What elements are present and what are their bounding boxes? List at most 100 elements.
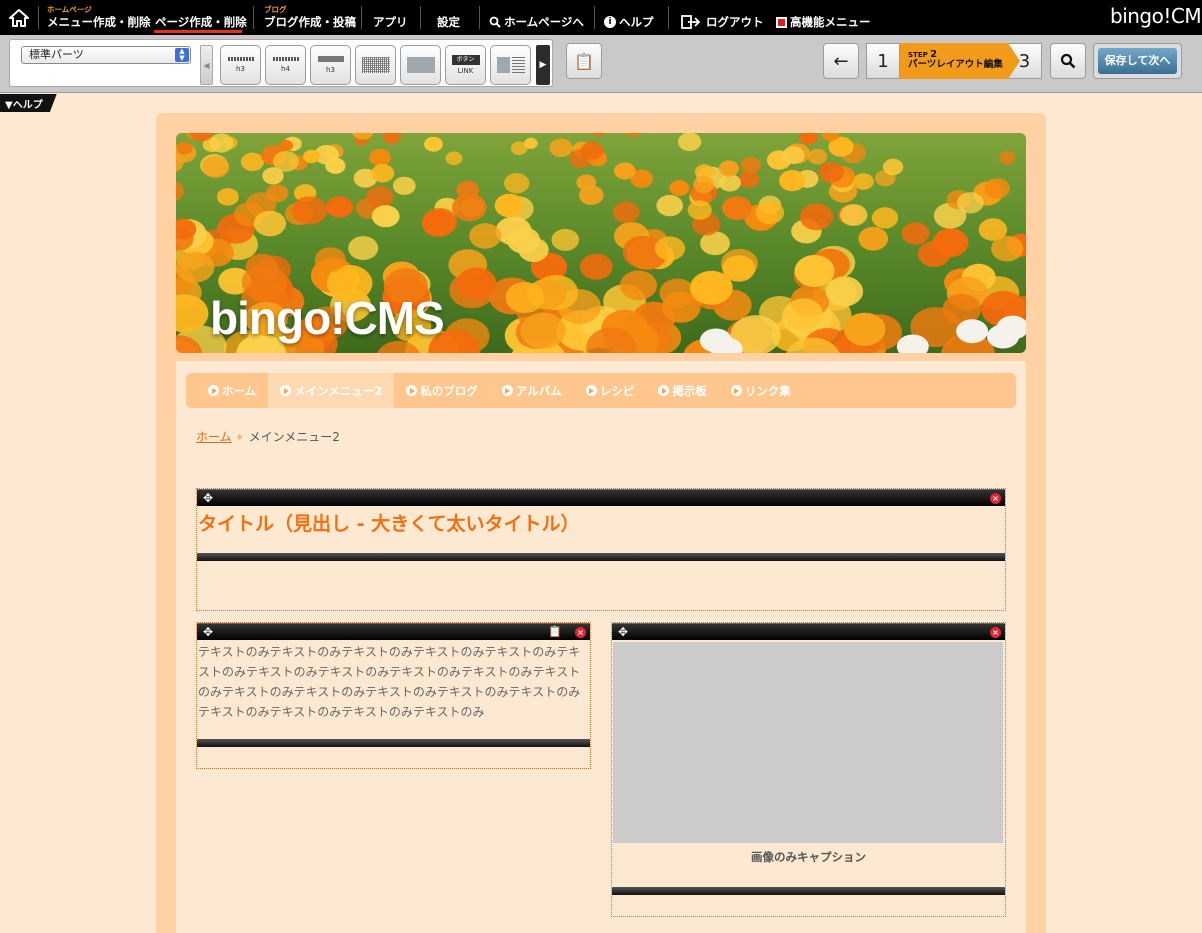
current-step: STEP 2 パーツレイアウト編集 — [900, 43, 1020, 79]
nav-item-main-menu-2[interactable]: メインメニュー2 — [268, 373, 395, 408]
menu-edit-label: メニュー作成・削除 — [47, 15, 151, 29]
step-word: STEP — [908, 51, 928, 59]
part-label: h3 — [326, 66, 335, 74]
part-button-link[interactable]: ボタン LINK — [445, 45, 486, 85]
move-icon[interactable]: ✥ — [618, 625, 628, 639]
text-content[interactable]: テキストのみテキストのみテキストのみテキストのみテキストのみテキストのみテキスト… — [198, 642, 586, 722]
heading-part[interactable]: ✥ × タイトル（見出し - 大きくて太いタイトル） — [196, 488, 1006, 611]
nav-label: レシピ — [599, 383, 635, 398]
parts-panel: 標準パーツ ▲ ▼ ◀ h3 h4 h3 ボタン LINK ▶ — [9, 39, 553, 87]
nav-item-blog[interactable]: 私のブログ — [394, 373, 490, 408]
global-navigation: ホーム メインメニュー2 私のブログ アルバム レシピ 掲示板 リンク集 — [186, 373, 1016, 408]
checkbox-icon[interactable] — [776, 16, 787, 28]
play-circle-icon — [501, 385, 513, 396]
blog-edit-label: ブログ作成・投稿 — [264, 15, 356, 29]
part-label: h3 — [236, 65, 245, 73]
nav-label: ホーム — [222, 383, 257, 398]
part-heading-h3-bar[interactable]: h3 — [310, 45, 351, 85]
step-indicator: 1 STEP 2 パーツレイアウト編集 3 — [866, 43, 1042, 79]
clipboard-button[interactable]: 📋 — [566, 43, 602, 79]
step-1-button[interactable]: 1 — [866, 43, 900, 79]
move-icon[interactable]: ✥ — [203, 491, 213, 505]
advanced-menu-toggle[interactable]: 高機能メニュー — [776, 0, 871, 35]
home-icon — [9, 8, 29, 27]
image-caption[interactable]: 画像のみキャプション — [612, 849, 1005, 865]
settings-link[interactable]: 設定 — [437, 0, 460, 35]
nav-item-home[interactable]: ホーム — [196, 373, 268, 408]
advanced-menu-label: 高機能メニュー — [790, 15, 871, 29]
edit-toolbar: 標準パーツ ▲ ▼ ◀ h3 h4 h3 ボタン LINK ▶ 📋 ← 1 ST… — [0, 35, 1202, 93]
part-footer-bar — [197, 553, 1005, 561]
close-icon[interactable]: × — [990, 493, 1001, 504]
nav-label: メインメニュー2 — [294, 383, 383, 398]
clipboard-icon[interactable]: 📋 — [548, 625, 562, 639]
image-placeholder[interactable] — [613, 642, 1003, 843]
part-handle-bar[interactable]: ✥ × — [197, 489, 1005, 506]
view-homepage-link[interactable]: ホームページへ — [489, 0, 584, 35]
nav-item-links[interactable]: リンク集 — [719, 373, 803, 408]
part-label: h4 — [281, 65, 290, 73]
settings-label: 設定 — [437, 15, 460, 29]
blog-edit-sup: ブログ — [264, 5, 287, 14]
apps-label: アプリ — [373, 15, 408, 29]
menu-edit-sup: ホームページ — [47, 5, 92, 14]
page-edit-label: ページ作成・削除 — [155, 15, 247, 29]
part-footer-bar — [197, 739, 590, 747]
step-label: パーツレイアウト編集 — [908, 59, 1003, 70]
chevron-right-icon: ▶ — [539, 60, 547, 70]
part-image[interactable] — [400, 45, 441, 85]
nav-item-bbs[interactable]: 掲示板 — [646, 373, 719, 408]
part-heading-h4[interactable]: h4 — [265, 45, 306, 85]
image-part[interactable]: ✥ × 画像のみキャプション — [611, 622, 1006, 917]
breadcrumb-current: メインメニュー2 — [248, 430, 340, 444]
save-next-button[interactable]: 保存して次へ — [1093, 43, 1182, 79]
help-link[interactable]: i ヘルプ — [604, 0, 654, 35]
part-image-text[interactable] — [490, 45, 531, 85]
part-heading-h3[interactable]: h3 — [220, 45, 261, 85]
play-circle-icon — [208, 385, 219, 396]
back-button[interactable]: ← — [823, 43, 859, 79]
nav-item-recipe[interactable]: レシピ — [574, 373, 647, 408]
breadcrumb: ホーム メインメニュー2 — [196, 428, 340, 445]
help-label: ヘルプ — [619, 15, 654, 29]
play-circle-icon — [658, 385, 670, 396]
active-tab-indicator — [154, 30, 242, 33]
part-handle-bar[interactable]: ✥ 📋 × — [197, 623, 590, 640]
button-icon: ボタン — [451, 55, 480, 65]
breadcrumb-home-link[interactable]: ホーム — [196, 428, 232, 445]
heading-text[interactable]: タイトル（見出し - 大きくて太いタイトル） — [198, 509, 580, 536]
part-text-block[interactable] — [355, 45, 396, 85]
view-homepage-label: ホームページへ — [504, 15, 584, 29]
menu-edit-link[interactable]: ホームページ メニュー作成・削除 — [47, 0, 151, 35]
parts-category-value: 標準パーツ — [29, 48, 84, 61]
parts-scroll-left-button[interactable]: ◀ — [200, 45, 213, 85]
nav-label: 掲示板 — [672, 383, 707, 398]
text-part[interactable]: ✥ 📋 × テキストのみテキストのみテキストのみテキストのみテキストのみテキスト… — [196, 622, 591, 769]
play-circle-icon — [585, 385, 597, 396]
close-icon[interactable]: × — [990, 627, 1001, 638]
help-toggle-tab[interactable]: ▼ヘルプ — [0, 94, 57, 112]
close-icon[interactable]: × — [575, 627, 586, 638]
parts-scroll-right-button[interactable]: ▶ — [536, 45, 550, 85]
arrow-left-icon: ← — [833, 50, 849, 72]
nav-label: アルバム — [515, 383, 562, 398]
logout-link[interactable]: ログアウト — [681, 0, 764, 35]
preview-button[interactable] — [1050, 43, 1086, 79]
move-icon[interactable]: ✥ — [203, 625, 213, 639]
part-handle-bar[interactable]: ✥ × — [612, 623, 1005, 640]
nav-item-album[interactable]: アルバム — [490, 373, 574, 408]
magnifier-icon — [1060, 53, 1076, 69]
header-image: bingo!CMS — [176, 133, 1026, 353]
blog-edit-link[interactable]: ブログ ブログ作成・投稿 — [264, 0, 356, 35]
nav-label: リンク集 — [744, 383, 791, 398]
save-next-label: 保存して次へ — [1098, 48, 1177, 74]
part-footer-bar — [612, 887, 1005, 895]
apps-link[interactable]: アプリ — [373, 0, 408, 35]
home-button[interactable] — [9, 0, 29, 35]
logout-icon — [681, 15, 701, 29]
chevron-left-icon: ◀ — [203, 60, 210, 70]
text-block-icon — [361, 57, 390, 73]
search-icon — [489, 16, 501, 28]
parts-category-select[interactable]: 標準パーツ ▲ ▼ — [21, 46, 191, 64]
clipboard-icon: 📋 — [574, 51, 594, 71]
